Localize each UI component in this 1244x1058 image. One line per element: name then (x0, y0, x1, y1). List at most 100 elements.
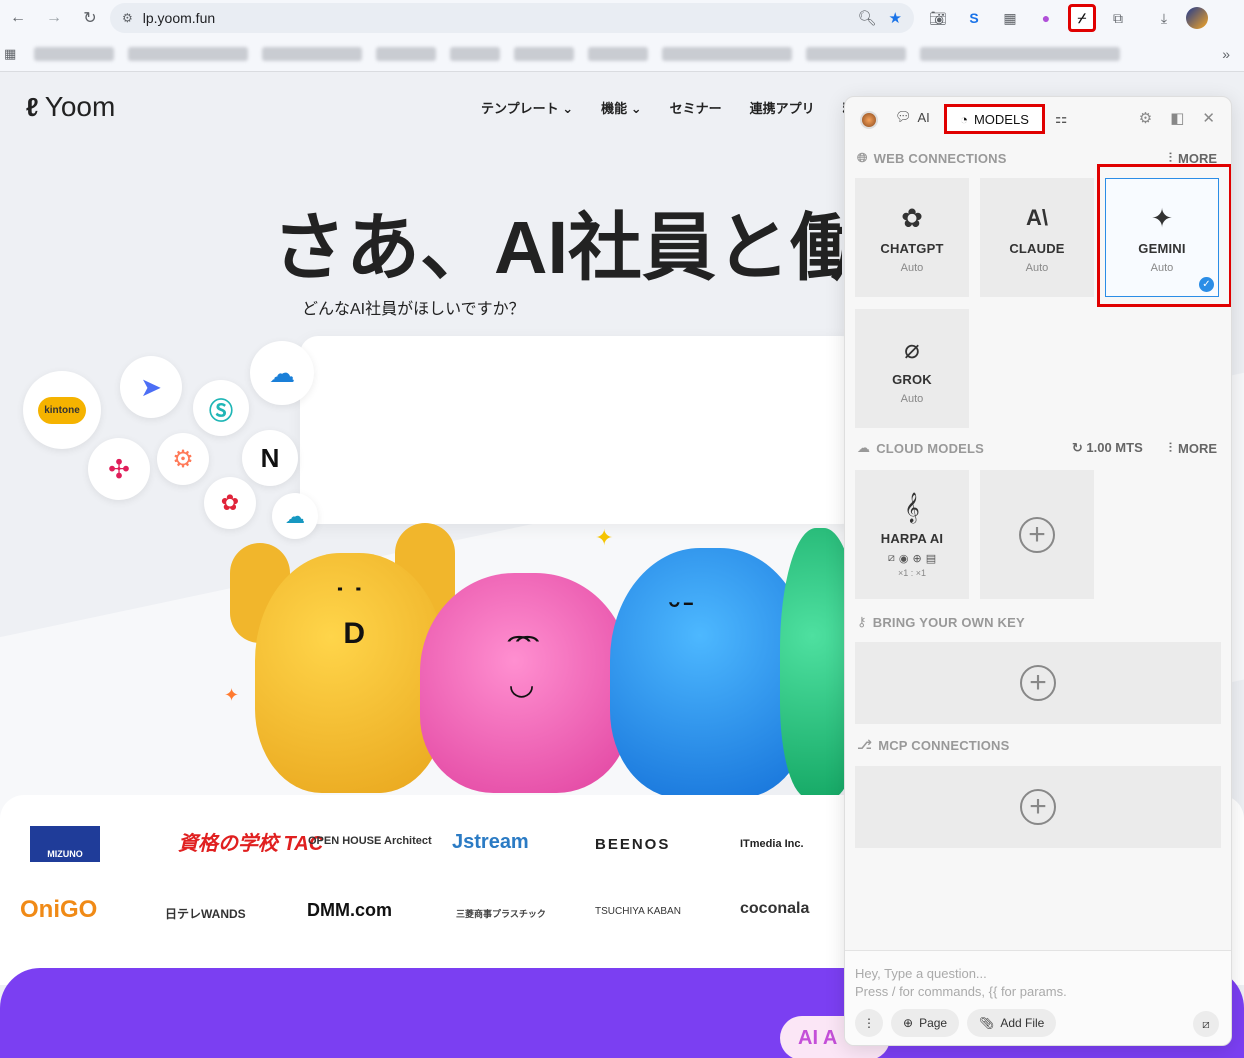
gemini-highlight (1097, 164, 1231, 307)
model-card-claude[interactable]: A\ CLAUDE Auto (980, 178, 1094, 297)
site-logo[interactable]: ℓ Yoom (26, 91, 115, 123)
bookmark-item[interactable] (34, 46, 114, 61)
nav-seminar[interactable]: セミナー (670, 98, 722, 117)
harpa-avatar[interactable] (860, 111, 878, 129)
bookmark-item[interactable] (662, 46, 792, 61)
bookmark-item[interactable] (920, 46, 1120, 61)
mts-balance: ↻ 1.00 MTS (1071, 440, 1143, 455)
forward-icon[interactable]: → (36, 0, 72, 36)
back-icon[interactable]: ← (0, 0, 36, 36)
download-icon[interactable]: ⤓ (1150, 4, 1178, 32)
nav-apps[interactable]: 連携アプリ (750, 98, 815, 117)
site-settings-icon[interactable]: ⚙ (122, 11, 133, 25)
cloud-more-row: ↻ 1.00 MTS ⫶ MORE (1072, 440, 1217, 456)
hero-title: さあ、AI社員と働こう (272, 206, 842, 289)
blue-face: ˘ ̄ (670, 598, 689, 631)
nav-templates[interactable]: テンプレート ⌄ (481, 98, 573, 117)
sliders-icon[interactable]: ⫶ (1169, 440, 1172, 456)
grok-icon: ⌀ (904, 333, 920, 364)
tab-ai-label: AI (917, 109, 930, 125)
harpa-panel: 💬︎ AI ◔ MODELS ⚏ ⚙ ◧ ✕ 🌐︎ WEB CONNECTION… (844, 96, 1232, 1046)
placeholder-line: Hey, Type a question... (855, 966, 987, 981)
settings-icon[interactable]: ⚙ (1139, 109, 1152, 127)
yoom-logo-icon: ℓ (26, 91, 39, 122)
apps-icon[interactable]: ▦ (4, 46, 20, 62)
logo-mitsubishi-plastics: 三菱商事プラスチック (456, 909, 546, 919)
logo-dmm: DMM.com (307, 900, 392, 920)
logo-coconala: coconala (740, 900, 810, 917)
placeholder-line: Press / for commands, {{ for params. (855, 984, 1067, 999)
browser-toolbar: ← → ↻ ⚙ lp.yoom.fun 🔍︎ ★ 📷︎ S ▦ ● ⌿ ⧉ ⤓ (0, 0, 1244, 36)
logo-text: Yoom (44, 91, 116, 122)
kintone-label: kintone (38, 396, 86, 424)
arrow-app-icon: ➤ (120, 356, 182, 418)
automation-tab-icon[interactable]: ⚏ (1055, 110, 1068, 127)
doc-icon: ▤ (925, 553, 937, 565)
add-cloud-model-button[interactable]: + (980, 470, 1094, 599)
dock-icon[interactable]: ◧ (1170, 109, 1184, 127)
model-card-grok[interactable]: ⌀ GROK Auto (855, 309, 969, 428)
commands-button[interactable]: ⧄ (1193, 1011, 1219, 1037)
paperclip-icon: 📎︎ (979, 1016, 995, 1030)
key-icon: ⚷ (857, 614, 867, 629)
nav-features[interactable]: 機能 ⌄ (601, 98, 642, 117)
bookmark-item[interactable] (514, 46, 574, 61)
yellow-face: ˙ ˙ D (335, 583, 365, 650)
tab-ai[interactable]: 💬︎ AI (895, 109, 930, 125)
harpa-capabilities: ⧄ ◉ ⊕ ▤ (888, 552, 936, 565)
bookmarks-overflow-icon[interactable]: » (1222, 46, 1230, 62)
anthropic-icon: A\ (1026, 205, 1048, 230)
plus-circle-icon: ⊕ (903, 1016, 914, 1030)
add-file-button[interactable]: 📎︎ Add File (967, 1009, 1057, 1037)
add-mcp-button[interactable]: + (855, 766, 1221, 848)
slash-icon: ⧄ (887, 552, 895, 564)
ai-prompt-input[interactable] (300, 336, 860, 524)
cloud-icon: ☁ (857, 440, 871, 455)
chat-icon: 💬︎ (895, 109, 912, 124)
bookmark-item[interactable] (806, 46, 906, 61)
close-icon[interactable]: ✕ (1202, 109, 1215, 127)
bookmark-item[interactable] (262, 46, 362, 61)
cloud-more-button[interactable]: MORE (1178, 441, 1217, 456)
s-extension-icon[interactable]: S (960, 4, 988, 32)
tab-models[interactable]: ◔ MODELS (944, 104, 1045, 134)
site-nav: テンプレート ⌄ 機能 ⌄ セミナー 連携アプリ 料 (481, 98, 856, 117)
add-key-button[interactable]: + (855, 642, 1221, 724)
qr-extension-icon[interactable]: ▦ (996, 4, 1024, 32)
bookmark-item[interactable] (588, 46, 648, 61)
camera-extension-icon[interactable]: 📷︎ (924, 4, 952, 32)
slack-app-icon: ✣ (88, 438, 150, 500)
openai-icon: ✿ (901, 202, 923, 233)
pink-face: ͡ ͡ ◡ (510, 633, 534, 701)
page-button[interactable]: ⊕ Page (891, 1009, 960, 1037)
puzzle-extensions-icon[interactable]: ⧉ (1104, 4, 1132, 32)
model-card-chatgpt[interactable]: ✿ CHATGPT Auto (855, 178, 969, 297)
address-bar[interactable]: ⚙ lp.yoom.fun 🔍︎ ★ (110, 3, 914, 33)
profile-avatar[interactable] (1186, 7, 1208, 29)
chat-input[interactable]: Hey, Type a question... Press / for comm… (855, 965, 1067, 1001)
bookmark-star-icon[interactable]: ★ (889, 9, 902, 27)
card-sub: Auto (1025, 262, 1049, 274)
byok-header: ⚷ BRING YOUR OWN KEY (857, 614, 1025, 630)
url-text: lp.yoom.fun (142, 10, 216, 26)
hero-subtitle: どんなAI社員がほしいですか？ (302, 301, 525, 318)
reload-icon[interactable]: ↻ (72, 0, 108, 36)
sparkle-icon: ✦ (595, 525, 614, 550)
bookmark-item[interactable] (376, 46, 436, 61)
pink-character: ͡ ͡ ◡ (420, 573, 630, 793)
section-title: CLOUD MODELS (876, 440, 985, 456)
logo-tsuchiya-kaban: TSUCHIYA KABAN (595, 906, 681, 917)
brain-extension-icon[interactable]: ● (1032, 4, 1060, 32)
bookmark-item[interactable] (128, 46, 248, 61)
flower-app-icon: ✿ (204, 477, 256, 529)
extensions-bar: 📷︎ S ▦ ● ⌿ ⧉ ⤓ (924, 4, 1208, 32)
bookmarks-bar: ▦ » (0, 36, 1244, 72)
zoom-icon[interactable]: 🔍︎ (858, 9, 877, 27)
model-card-harpa[interactable]: 𝄞 HARPA AI ⧄ ◉ ⊕ ▤ ×1 : ×1 (855, 470, 969, 599)
more-options-button[interactable]: ⋮ (855, 1009, 883, 1037)
bookmark-item[interactable] (450, 46, 500, 61)
card-name: CHATGPT (880, 241, 944, 256)
logo-ntv-wands: 日テレWANDS (165, 907, 246, 921)
harpa-extension-icon[interactable]: ⌿ (1068, 4, 1096, 32)
web-connections-header: 🌐︎ WEB CONNECTIONS (857, 150, 1007, 166)
